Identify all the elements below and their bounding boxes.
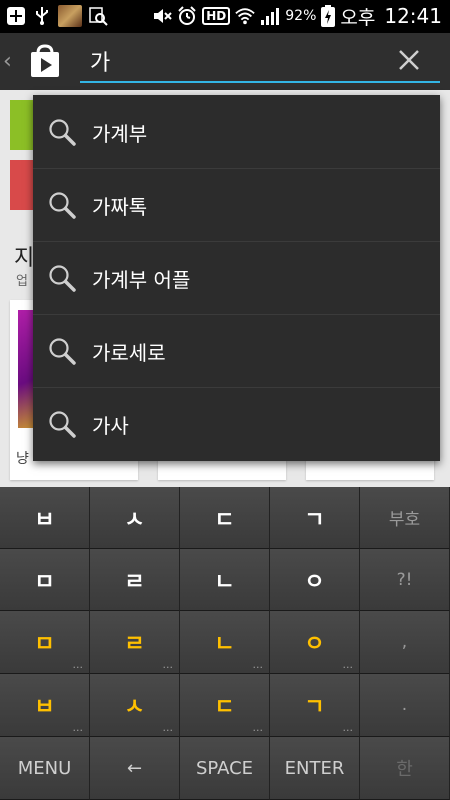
backspace-key[interactable]: ←: [90, 737, 180, 800]
key-giyeok[interactable]: ㄱ: [270, 487, 360, 549]
suggestion-item[interactable]: 가계부: [33, 95, 440, 169]
app-card-caption: 냥: [16, 451, 29, 467]
section-heading: 지: [14, 246, 35, 271]
search-icon: [47, 336, 77, 366]
key-more-dots: ...: [72, 721, 84, 734]
key-more-dots: ...: [162, 658, 174, 671]
key-bieup[interactable]: ㅂ: [0, 487, 90, 549]
suggestion-text: 가계부: [92, 122, 148, 146]
game-thumbnail-icon: [58, 5, 82, 27]
search-icon: [47, 409, 77, 439]
suggestion-item[interactable]: 가로세로: [33, 314, 440, 388]
search-icon: [47, 190, 77, 220]
search-icon: [47, 263, 77, 293]
key-nieun-alt[interactable]: ㄴ...: [180, 611, 270, 674]
key-nieun[interactable]: ㄴ: [180, 549, 270, 611]
key-mieum[interactable]: ㅁ: [0, 549, 90, 611]
key-more-dots: ...: [342, 721, 354, 734]
mute-icon: [152, 6, 172, 26]
key-label: ㅇ: [304, 632, 325, 657]
key-mieum-alt[interactable]: ㅁ...: [0, 611, 90, 674]
language-key[interactable]: 한: [360, 737, 450, 800]
status-ampm: 오후: [340, 6, 376, 29]
key-digeut[interactable]: ㄷ: [180, 487, 270, 549]
search-input[interactable]: 가: [80, 43, 440, 83]
menu-key[interactable]: MENU: [0, 737, 90, 800]
close-icon[interactable]: [398, 49, 420, 71]
key-label: ㄷ: [214, 695, 235, 720]
key-more-dots: ...: [162, 721, 174, 734]
suggestion-item[interactable]: 가사: [33, 387, 440, 460]
key-punct-qe[interactable]: ?!: [360, 549, 450, 611]
enter-key[interactable]: ENTER: [270, 737, 360, 800]
key-label: ㅅ: [124, 695, 145, 720]
key-siot-alt[interactable]: ㅅ...: [90, 674, 180, 737]
suggestion-item[interactable]: 가계부 어플: [33, 241, 440, 315]
key-label: ㄴ: [214, 632, 235, 657]
search-image-icon: [88, 6, 108, 26]
key-digeut-alt[interactable]: ㄷ...: [180, 674, 270, 737]
key-rieul-alt[interactable]: ㄹ...: [90, 611, 180, 674]
key-more-dots: ...: [252, 721, 264, 734]
hd-icon: HD: [202, 7, 231, 25]
alarm-icon: [177, 6, 197, 26]
key-comma[interactable]: ,: [360, 611, 450, 674]
key-giyeok-alt[interactable]: ㄱ...: [270, 674, 360, 737]
suggestion-item[interactable]: 가짜톡: [33, 168, 440, 242]
search-query-text: 가: [90, 51, 111, 76]
key-period[interactable]: .: [360, 674, 450, 737]
key-label: ㅁ: [34, 632, 55, 657]
status-time: 12:41: [384, 4, 442, 28]
battery-percent: 92%: [285, 8, 317, 24]
suggestion-text: 가로세로: [92, 341, 166, 365]
status-right-icons: HD 92% 오후 12:41: [152, 3, 442, 29]
key-label: ㄹ: [124, 632, 145, 657]
key-rieul[interactable]: ㄹ: [90, 549, 180, 611]
suggestion-text: 가사: [92, 414, 129, 438]
key-symbols[interactable]: 부호: [360, 487, 450, 549]
key-more-dots: ...: [342, 658, 354, 671]
usb-icon: [32, 6, 52, 26]
key-more-dots: ...: [252, 658, 264, 671]
key-label: ㅂ: [34, 695, 55, 720]
status-bar: HD 92% 오후 12:41: [0, 0, 450, 33]
space-key[interactable]: SPACE: [180, 737, 270, 800]
key-siot[interactable]: ㅅ: [90, 487, 180, 549]
signal-icon: [260, 6, 280, 26]
suggestion-text: 가계부 어플: [92, 268, 191, 292]
key-bieup-alt[interactable]: ㅂ...: [0, 674, 90, 737]
key-ieung[interactable]: ㅇ: [270, 549, 360, 611]
search-suggestions: 가계부 가짜톡 가계부 어플 가로세로 가사: [33, 95, 440, 461]
plus-icon: [6, 6, 26, 26]
battery-icon: [321, 5, 336, 27]
key-label: ㄱ: [304, 695, 325, 720]
key-ieung-alt[interactable]: ㅇ...: [270, 611, 360, 674]
korean-keyboard: ㅂ ㅅ ㄷ ㄱ 부호 ㅁ ㄹ ㄴ ㅇ ?! ㅁ... ㄹ... ㄴ... ㅇ..…: [0, 487, 450, 800]
search-icon: [47, 117, 77, 147]
wifi-icon: [235, 6, 255, 26]
suggestion-text: 가짜톡: [92, 195, 148, 219]
back-chevron-icon[interactable]: ‹: [3, 49, 12, 74]
key-more-dots: ...: [72, 658, 84, 671]
status-left-icons: [6, 5, 108, 27]
action-bar: ‹ 가: [0, 33, 450, 90]
section-subtitle: 업: [16, 274, 28, 289]
play-store-icon[interactable]: [27, 43, 63, 79]
